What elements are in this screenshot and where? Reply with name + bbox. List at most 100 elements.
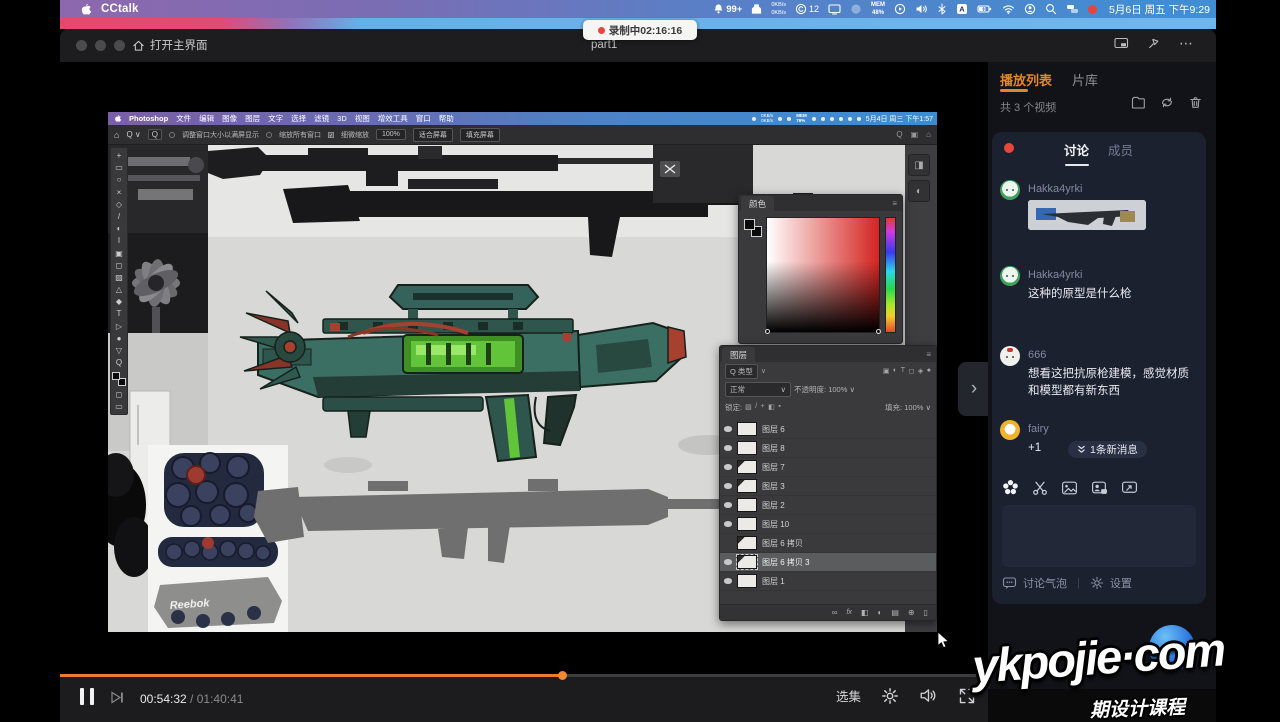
chat-image-attachment[interactable] — [1028, 200, 1146, 230]
ps-menu-item: 文字 — [268, 113, 283, 124]
layer-visibility-eye-icon — [724, 578, 732, 584]
layer-name: 图层 6 — [762, 424, 785, 435]
battery-icon[interactable] — [977, 3, 993, 15]
folder-icon[interactable] — [1131, 96, 1145, 109]
chat-input[interactable] — [1002, 505, 1196, 567]
avatar[interactable] — [1000, 180, 1020, 200]
foreground-background-swatches — [112, 372, 126, 386]
stage-manager-icon[interactable] — [1066, 3, 1079, 15]
ps-workspace-icon: ▣ — [911, 130, 919, 139]
user-circle-icon[interactable] — [1024, 3, 1036, 15]
sync-icon[interactable] — [1160, 96, 1174, 109]
net-down: 0KB/s — [771, 10, 786, 16]
recording-indicator[interactable]: 录制中02:16:16 — [583, 20, 697, 40]
chat-settings-gear-icon[interactable] — [1090, 576, 1104, 590]
bubble-share-icon[interactable] — [1121, 480, 1138, 496]
color-swatches — [744, 219, 762, 237]
active-tab-underline — [1000, 89, 1028, 92]
play-circle-icon[interactable] — [894, 3, 906, 15]
picture-in-picture-icon[interactable] — [1114, 36, 1129, 50]
episodes-button[interactable]: 选集 — [836, 686, 861, 705]
menubar-datetime[interactable]: 5月6日 周五 下午9:29 — [1109, 2, 1210, 17]
tool-brush-icon: I — [118, 236, 120, 245]
next-episode-button[interactable] — [110, 690, 125, 705]
tab-library[interactable]: 片库 — [1072, 70, 1098, 89]
traffic-lights[interactable] — [76, 40, 125, 51]
tool-type-icon: T — [117, 309, 122, 318]
image-upload-icon[interactable] — [1061, 480, 1078, 496]
notification-bell-icon[interactable]: 99+ — [713, 3, 742, 15]
input-method-icon[interactable]: A — [956, 3, 968, 15]
tab-playlist[interactable]: 播放列表 — [1000, 70, 1052, 89]
wifi-icon[interactable] — [1002, 3, 1015, 15]
tool-move-icon: + — [117, 151, 122, 160]
layer-thumbnail — [737, 517, 757, 531]
layer-name: 图层 2 — [762, 500, 785, 511]
progress-knob[interactable] — [558, 671, 567, 680]
video-display-area[interactable]: Photoshop 文件编辑图像图层文字选择滤镜3D视图增效工具窗口帮助 0KB… — [60, 62, 990, 704]
chat-text: 这种的原型是什么枪 — [1028, 286, 1196, 303]
scrubby-zoom-label: 细微缩放 — [341, 130, 369, 140]
network-speed[interactable]: 0KB/s 0KB/s — [771, 2, 786, 16]
new-layer-icon: ⊕ — [908, 608, 915, 617]
volume-icon[interactable] — [915, 3, 928, 15]
tool-shape-icon: ● — [117, 334, 122, 343]
zoom-100-button: 100% — [376, 129, 406, 140]
layer-row: 图层 6 拷贝 — [720, 534, 936, 553]
display-icon[interactable] — [828, 3, 841, 15]
search-icon[interactable] — [1045, 3, 1057, 15]
bubble-toggle-icon[interactable] — [1002, 576, 1017, 590]
tool-stamp-icon: ▣ — [115, 249, 123, 258]
bubble-toggle-label[interactable]: 讨论气泡 — [1023, 575, 1067, 591]
adjustments-panel-icon: ◐ — [908, 180, 930, 202]
memory-status[interactable]: MEM 48% — [871, 2, 885, 17]
apple-logo-icon[interactable] — [80, 3, 91, 16]
cctalk-status-icon[interactable]: 12 — [795, 3, 819, 15]
panel-menu-icon: ≡ — [892, 199, 897, 208]
tab-discussion[interactable]: 讨论 — [1064, 140, 1089, 159]
chat-settings-label[interactable]: 设置 — [1110, 575, 1132, 591]
ps-toolbar: +▭○×◇/◐I▣◻▨△◆T▷●▽Q ◻ ▭ — [110, 147, 128, 415]
resize-windows-label: 调整窗口大小以满屏显示 — [182, 130, 259, 140]
ps-datetime: 5月4日 周三 下午1:57 — [866, 114, 933, 124]
video-frame-photoshop[interactable]: Photoshop 文件编辑图像图层文字选择滤镜3D视图增效工具窗口帮助 0KB… — [108, 112, 937, 632]
bluetooth-icon[interactable] — [937, 3, 947, 15]
menubar-app-name[interactable]: CCtalk — [101, 3, 139, 15]
progress-bar[interactable] — [60, 674, 990, 677]
pause-button[interactable] — [80, 688, 94, 705]
avatar[interactable] — [1000, 420, 1020, 440]
app-tray-icon[interactable] — [751, 3, 762, 15]
avatar[interactable] — [1000, 346, 1020, 366]
notification-count: 99+ — [726, 4, 742, 15]
open-main-ui-button[interactable]: 打开主界面 — [132, 37, 208, 53]
volume-button-icon[interactable] — [919, 687, 938, 704]
ps-options-bar: ⌂ Q ∨ Q 调整窗口大小以满屏显示 缩放所有窗口 ✓ 细微缩放 100% 适… — [108, 125, 937, 145]
avatar[interactable] — [1000, 266, 1020, 286]
tool-marquee-icon: ▭ — [115, 163, 123, 172]
emoji-flower-icon[interactable] — [1002, 479, 1019, 496]
trash-icon[interactable] — [1189, 96, 1202, 109]
minimize-button[interactable] — [95, 40, 106, 51]
zoom-button[interactable] — [114, 40, 125, 51]
layer-style-icon: fx — [846, 609, 851, 616]
pin-window-icon[interactable] — [1147, 36, 1161, 50]
member-card-icon[interactable] — [1091, 480, 1108, 496]
ps-menu-item: 帮助 — [439, 113, 454, 124]
new-message-badge[interactable]: 1条新消息 — [1068, 441, 1147, 458]
creative-cloud-icon[interactable] — [850, 3, 862, 15]
layer-visibility-eye-icon — [724, 559, 732, 565]
cc-count: 12 — [809, 4, 819, 14]
close-button[interactable] — [76, 40, 87, 51]
screenshot-scissors-icon[interactable] — [1032, 480, 1048, 496]
layer-thumbnail — [737, 441, 757, 455]
layer-row: 图层 6 拷贝 3 — [720, 553, 936, 572]
tab-members[interactable]: 成员 — [1108, 140, 1133, 159]
chat-username: fairy — [1028, 423, 1049, 435]
layer-visibility-eye-icon — [724, 521, 732, 527]
player-settings-gear-icon[interactable] — [881, 687, 899, 705]
collapse-sidebar-handle[interactable]: › — [958, 362, 990, 416]
red-app-dot-icon[interactable] — [1088, 5, 1097, 14]
layer-mask-icon: ◧ — [861, 608, 869, 617]
more-options-icon[interactable]: ⋯ — [1179, 38, 1194, 48]
home-icon — [132, 39, 145, 52]
